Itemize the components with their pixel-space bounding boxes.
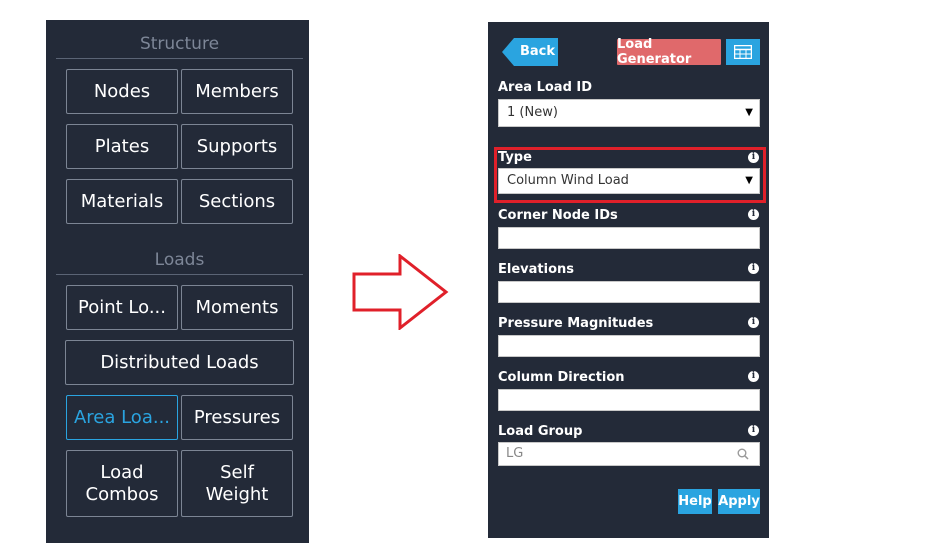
info-icon[interactable]: i <box>748 317 759 328</box>
pressures-button[interactable]: Pressures <box>181 395 293 440</box>
load-group-value: LG <box>506 446 524 461</box>
info-icon[interactable]: i <box>748 263 759 274</box>
self-weight-label-line2: Weight <box>205 483 269 505</box>
load-generator-button[interactable]: Load Generator <box>617 37 721 67</box>
info-icon[interactable]: i <box>748 152 759 163</box>
table-icon <box>734 45 752 59</box>
self-weight-label-line1: Self <box>220 461 254 483</box>
loads-header: Loads <box>56 250 303 275</box>
materials-button[interactable]: Materials <box>66 179 178 224</box>
sections-button[interactable]: Sections <box>181 179 293 224</box>
apply-button[interactable]: Apply <box>718 489 760 514</box>
caret-down-icon: ▼ <box>745 175 753 186</box>
corner-node-ids-input[interactable] <box>498 227 760 249</box>
type-label: Type <box>498 150 532 165</box>
area-load-id-label: Area Load ID <box>498 80 593 95</box>
load-group-input[interactable]: LG <box>498 442 760 466</box>
info-icon[interactable]: i <box>748 371 759 382</box>
right-arrow-outline-icon <box>352 252 450 334</box>
elevations-input[interactable] <box>498 281 760 303</box>
info-icon[interactable]: i <box>748 209 759 220</box>
area-load-id-value: 1 (New) <box>507 105 558 120</box>
load-combos-label-line2: Combos <box>85 483 159 505</box>
elevations-label: Elevations <box>498 262 574 277</box>
area-load-form-panel: Back Load Generator Area Load ID 1 (New)… <box>488 22 769 538</box>
area-loads-button[interactable]: Area Loa... <box>66 395 178 440</box>
load-combos-button[interactable]: Load Combos <box>66 450 178 517</box>
pressure-magnitudes-input[interactable] <box>498 335 760 357</box>
column-direction-label: Column Direction <box>498 370 625 385</box>
back-button[interactable]: Back <box>502 38 558 66</box>
table-view-button[interactable] <box>726 39 760 65</box>
search-icon <box>737 448 749 460</box>
type-value: Column Wind Load <box>507 173 629 188</box>
plates-button[interactable]: Plates <box>66 124 178 169</box>
back-label: Back <box>520 44 556 59</box>
corner-node-ids-label: Corner Node IDs <box>498 208 618 223</box>
pressure-magnitudes-label: Pressure Magnitudes <box>498 316 654 331</box>
point-loads-button[interactable]: Point Lo... <box>66 285 178 330</box>
left-menu-panel: Structure Nodes Members Plates Supports … <box>46 20 309 543</box>
load-group-label: Load Group <box>498 424 583 439</box>
caret-down-icon: ▼ <box>745 107 753 118</box>
nodes-button[interactable]: Nodes <box>66 69 178 114</box>
self-weight-button[interactable]: Self Weight <box>181 450 293 517</box>
moments-button[interactable]: Moments <box>181 285 293 330</box>
supports-button[interactable]: Supports <box>181 124 293 169</box>
column-direction-input[interactable] <box>498 389 760 411</box>
structure-header: Structure <box>56 34 303 59</box>
members-button[interactable]: Members <box>181 69 293 114</box>
area-load-id-select[interactable]: 1 (New) ▼ <box>498 99 760 127</box>
help-button[interactable]: Help <box>678 489 712 514</box>
distributed-loads-button[interactable]: Distributed Loads <box>65 340 294 385</box>
load-combos-label-line1: Load <box>100 461 144 483</box>
info-icon[interactable]: i <box>748 425 759 436</box>
type-select[interactable]: Column Wind Load ▼ <box>498 168 760 194</box>
